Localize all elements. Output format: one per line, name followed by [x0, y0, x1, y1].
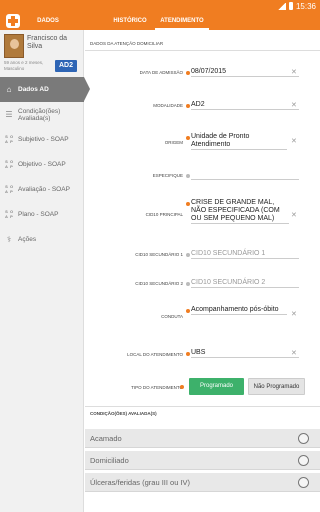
clear-icon[interactable]: ✕ [291, 310, 297, 318]
required-dot [186, 136, 190, 140]
cid10-principal-field[interactable]: CRISE DE GRANDE MAL, NÃO ESPECIFICADA (C… [191, 199, 289, 224]
required-dot [186, 104, 190, 108]
required-dot [186, 202, 190, 206]
admissao-field[interactable]: 08/07/2015 [191, 68, 299, 77]
section-title: DADOS DA ATENÇÃO DOMICILIAR [90, 41, 164, 46]
condicoes-title: CONDIÇÃO(ÕES) AVALIADA(S) [90, 411, 157, 416]
patient-name: Francisco da Silva [27, 35, 68, 50]
optional-dot [186, 253, 190, 257]
modalidade-field[interactable]: AD2 [191, 101, 299, 110]
sidebar-item-objetivo[interactable]: SOAP Objetivo - SOAP [0, 152, 84, 177]
sidebar-item-condicoes[interactable]: ☰ Condição(ões) Avaliada(s) [0, 102, 84, 127]
sidebar-item-label: Condição(ões) Avaliada(s) [18, 107, 61, 122]
clear-icon[interactable]: ✕ [291, 68, 297, 76]
required-dot [186, 71, 190, 75]
especifique-label: ESPECIFIQUE [152, 173, 183, 178]
programado-button[interactable]: Programado [189, 378, 244, 395]
conduta-label: CONDUTA [161, 314, 183, 319]
radio-icon[interactable] [298, 433, 309, 444]
app-bar: DADOS HISTÓRICO ATENDIMENTO [0, 12, 320, 30]
condition-label: Domiciliado [90, 456, 129, 465]
admissao-label: DATA DE ADMISSÃO [139, 70, 183, 75]
stethoscope-icon: ⚕ [6, 235, 12, 244]
main-content: DADOS DA ATENÇÃO DOMICILIAR DATA DE ADMI… [85, 30, 320, 512]
sidebar-item-dados-ad[interactable]: ⌂ Dados AD [0, 77, 90, 102]
cid10-sec2-label: CID10 SECUNDÁRIO 2 [135, 281, 183, 286]
sidebar-item-plano[interactable]: SOAP Plano - SOAP [0, 202, 84, 227]
clear-icon[interactable]: ✕ [291, 349, 297, 357]
optional-dot [186, 174, 190, 178]
section-divider [85, 406, 320, 407]
radio-icon[interactable] [298, 455, 309, 466]
tab-atendimento[interactable]: ATENDIMENTO [155, 12, 209, 30]
sidebar-item-subjetivo[interactable]: SOAP Subjetivo - SOAP [0, 127, 84, 152]
sidebar-item-label: Dados AD [18, 86, 49, 93]
avatar [4, 34, 24, 58]
required-dot [186, 352, 190, 356]
tab-dados[interactable]: DADOS [28, 12, 68, 30]
modality-badge: AD2 [55, 60, 77, 72]
required-dot [180, 385, 184, 389]
condition-label: Acamado [90, 434, 122, 443]
checklist-icon: ☰ [5, 110, 13, 119]
especifique-field[interactable] [191, 171, 299, 180]
home-icon: ⌂ [6, 85, 12, 94]
conduta-field[interactable]: Acompanhamento pós-óbito [191, 306, 287, 315]
nao-programado-button[interactable]: Não Programado [248, 378, 305, 395]
clear-icon[interactable]: ✕ [291, 211, 297, 219]
condition-item-acamado[interactable]: Acamado [85, 429, 320, 448]
cid10-principal-label: CID10 PRINCIPAL [145, 212, 183, 217]
clear-icon[interactable]: ✕ [291, 101, 297, 109]
origem-label: ORIGEM [164, 140, 183, 145]
origem-field[interactable]: Unidade de Pronto Atendimento [191, 133, 287, 150]
sidebar-nav: ⌂ Dados AD ☰ Condição(ões) Avaliada(s) S… [0, 77, 90, 252]
soap-s-icon: SOAP [5, 134, 14, 144]
patient-age: 59 anos e 2 meses, Masculino [4, 60, 44, 71]
sidebar-item-acoes[interactable]: ⚕ Ações [0, 227, 84, 252]
section-divider [85, 50, 320, 51]
sidebar-item-avaliacao[interactable]: SOAP Avaliação - SOAP [0, 177, 84, 202]
local-label: LOCAL DO ATENDIMENTO [127, 352, 183, 357]
soap-p-icon: SOAP [5, 209, 14, 219]
sidebar-item-label: Avaliação - SOAP [18, 186, 70, 193]
status-indicators: 15:36 [277, 0, 316, 12]
clear-icon[interactable]: ✕ [291, 137, 297, 145]
tipo-label: TIPO DO ATENDIMENTO [131, 385, 183, 390]
clock: 15:36 [295, 1, 316, 11]
tab-historico[interactable]: HISTÓRICO [108, 12, 152, 30]
plus-cross-icon[interactable] [6, 14, 20, 28]
cid10-sec2-field[interactable]: CID10 SECUNDÁRIO 2 [191, 279, 299, 288]
condition-label: Úlceras/feridas (grau III ou IV) [90, 478, 191, 487]
soap-o-icon: SOAP [5, 159, 14, 169]
patient-card: Francisco da Silva 59 anos e 2 meses, Ma… [0, 30, 84, 76]
sidebar-item-label: Objetivo - SOAP [18, 161, 66, 168]
condition-item-domiciliado[interactable]: Domiciliado [85, 451, 320, 470]
local-field[interactable]: UBS [191, 349, 299, 358]
cid10-sec1-label: CID10 SECUNDÁRIO 1 [135, 252, 183, 257]
optional-dot [186, 282, 190, 286]
sidebar-item-label: Subjetivo - SOAP [18, 136, 69, 143]
sidebar-item-label: Ações [18, 236, 37, 243]
battery-icon [288, 2, 293, 10]
sidebar-item-label: Plano - SOAP [18, 211, 59, 218]
signal-icon [277, 2, 286, 10]
soap-a-icon: SOAP [5, 184, 14, 194]
condition-item-ulceras[interactable]: Úlceras/feridas (grau III ou IV) [85, 473, 320, 492]
sidebar: Francisco da Silva 59 anos e 2 meses, Ma… [0, 30, 90, 512]
radio-icon[interactable] [298, 477, 309, 488]
required-dot [186, 309, 190, 313]
cid10-sec1-field[interactable]: CID10 SECUNDÁRIO 1 [191, 250, 299, 259]
status-bar: 15:36 [0, 0, 320, 12]
modalidade-label: MODALIDADE [153, 103, 183, 108]
